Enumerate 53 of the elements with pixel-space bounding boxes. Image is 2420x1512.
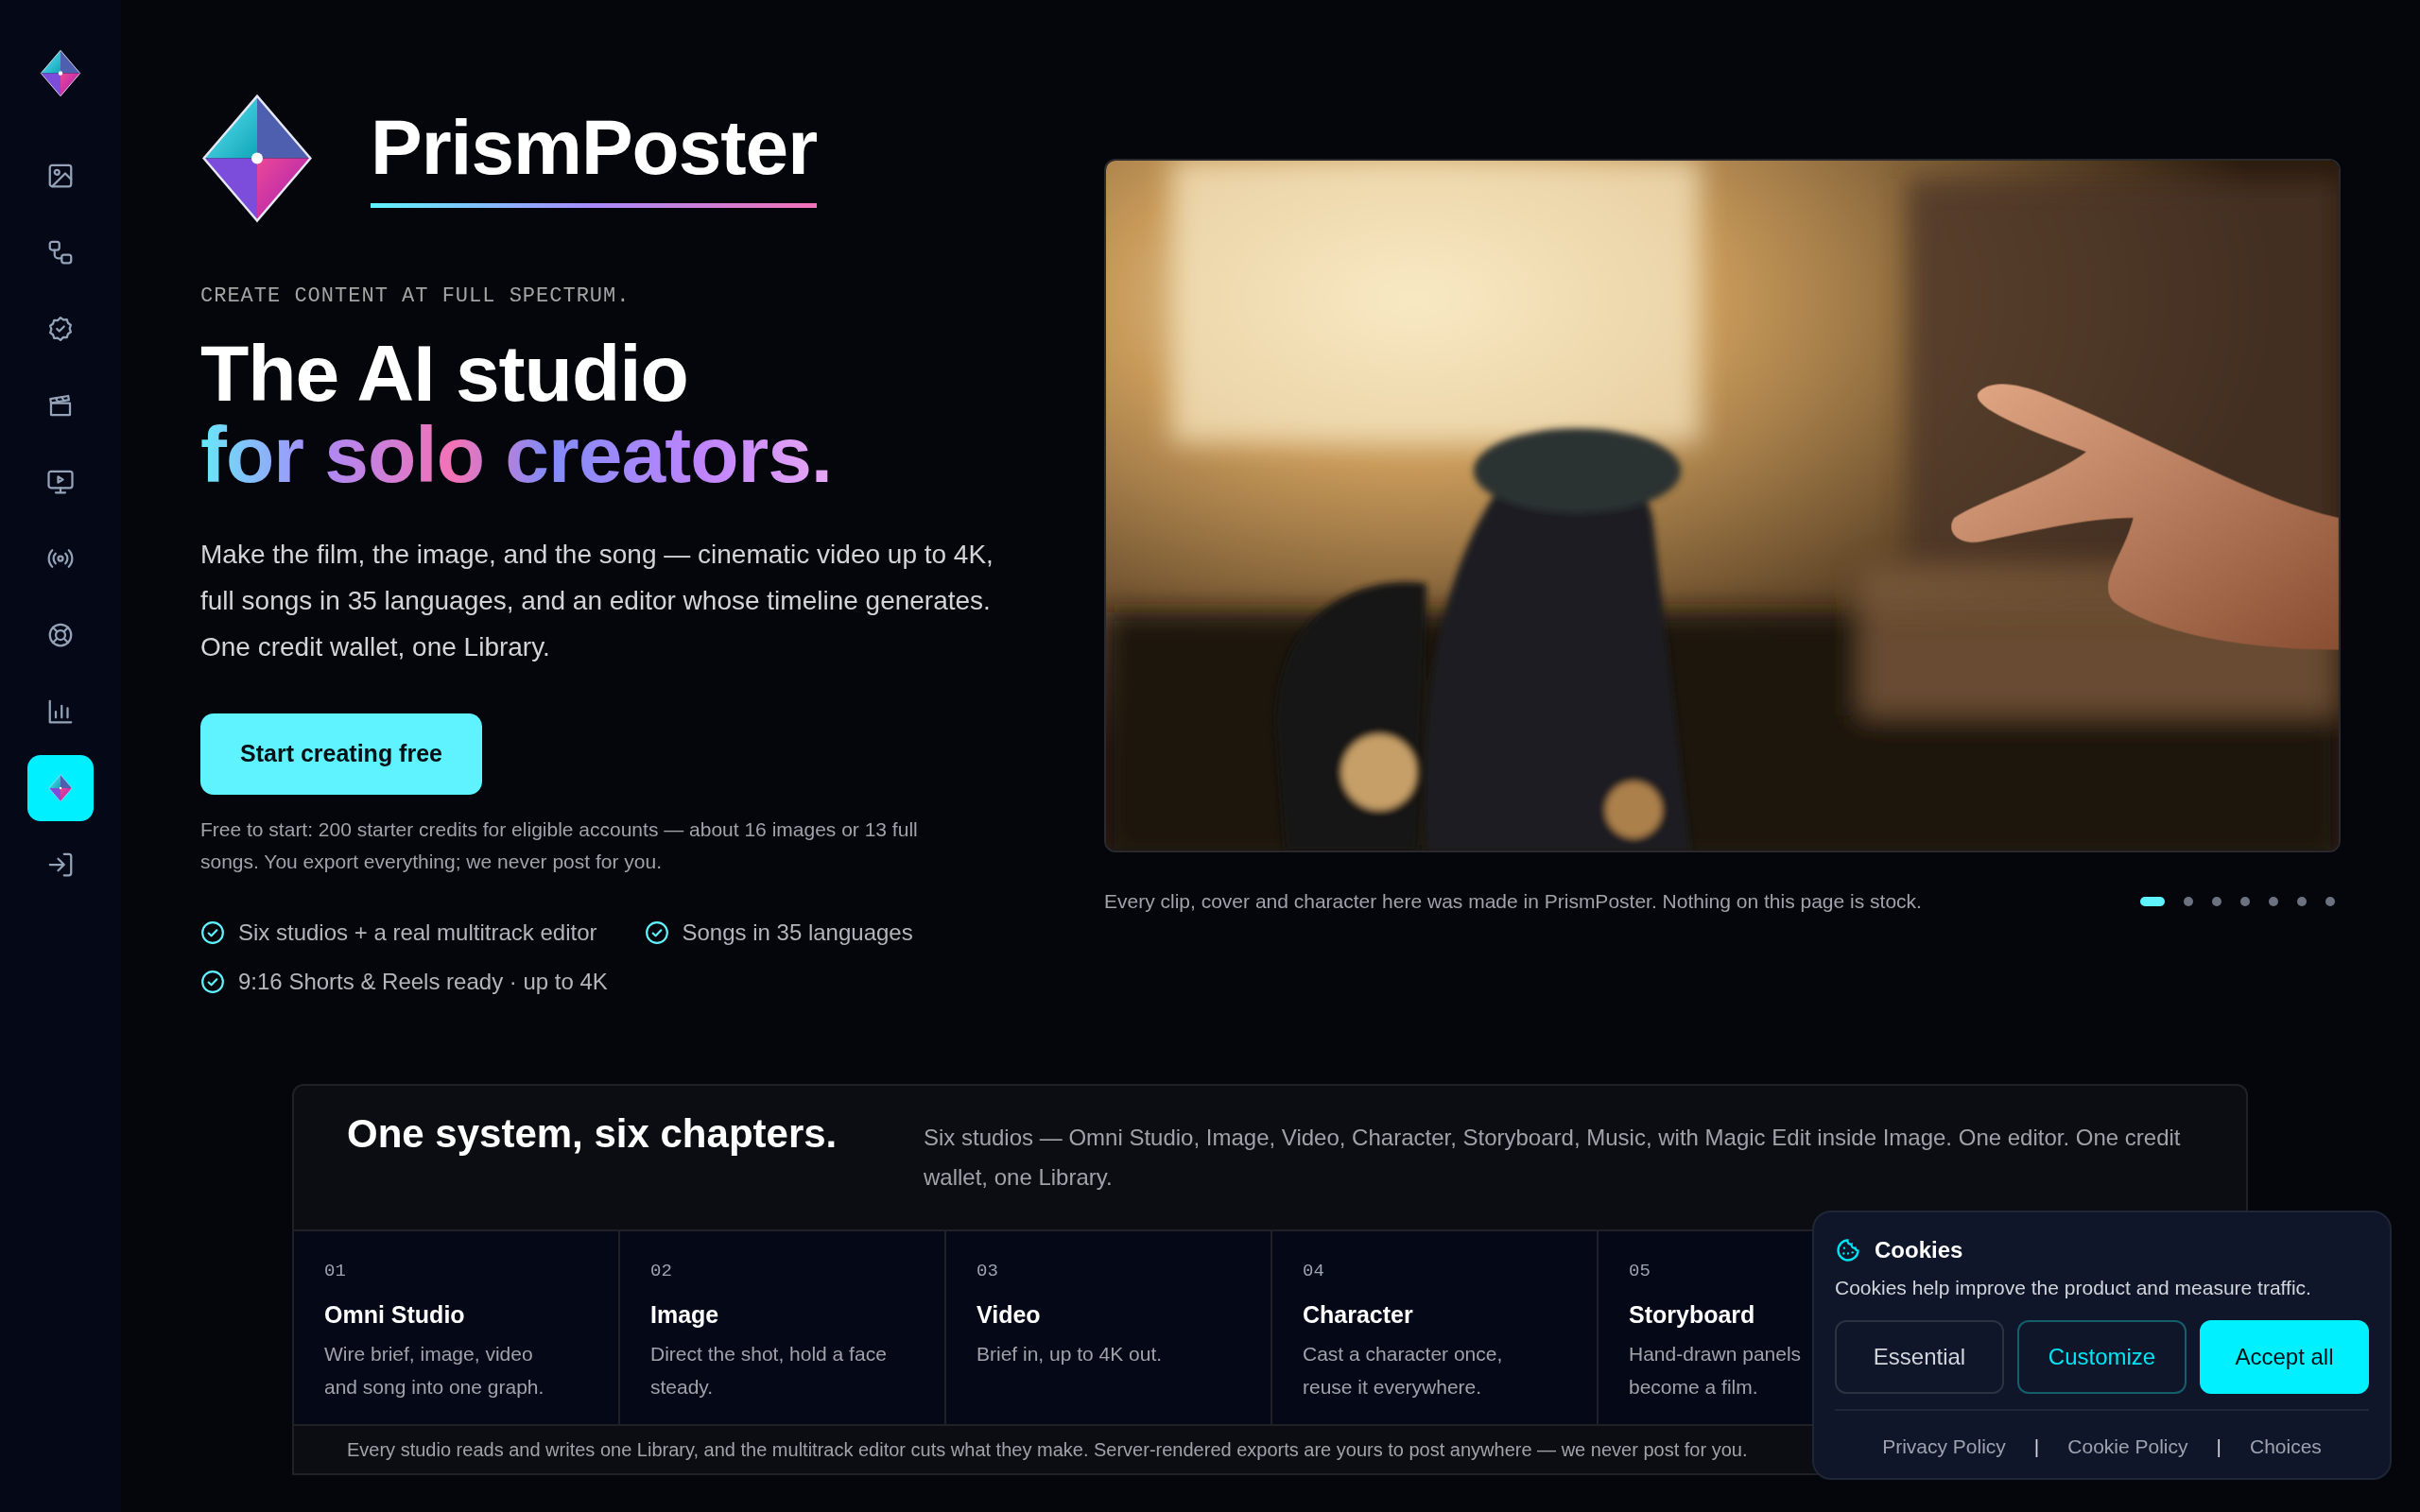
diamond-icon xyxy=(46,774,75,803)
feature-text: Songs in 35 languages xyxy=(682,918,913,947)
chapter-title: Character xyxy=(1303,1300,1414,1331)
feature-text: Six studios + a real multitrack editor xyxy=(238,918,597,947)
chapter-text: Hand-drawn panels become a film. xyxy=(1629,1341,1803,1400)
essential-button[interactable]: Essential xyxy=(1835,1319,2004,1394)
intro-paragraph: Make the film, the image, and the song — cinematic video up to 4K, full songs in 35 languages, and an editor whose timeline generates. One credit wallet, one Library. xyxy=(200,539,994,664)
carousel-dot[interactable] xyxy=(2240,896,2250,906)
cookie-text: Cookies help improve the product and measure traffic. xyxy=(1835,1276,2312,1300)
image-caption: Every clip, cover and character here was made in PrismPoster. Nothing on this page is stock. xyxy=(1104,889,1922,914)
chapter-text: Brief in, up to 4K out. xyxy=(977,1341,1164,1366)
start-button[interactable]: Start creating free xyxy=(200,713,482,795)
section-footnote: Every studio reads and writes one Library, and the multitrack editor cuts what they make. Server-rendered exports are yours to post anywhere — we never post for you. xyxy=(347,1438,1748,1460)
customize-button[interactable]: Customize xyxy=(2017,1319,2187,1394)
headline: The AI studio xyxy=(200,333,688,415)
sidebar-button[interactable] xyxy=(27,755,94,822)
check-circle-icon xyxy=(644,919,669,945)
cookie-icon xyxy=(1835,1237,1861,1263)
eyebrow-text: CREATE CONTENT AT FULL SPECTRUM. xyxy=(200,284,631,311)
policy-link[interactable]: Cookie Policy xyxy=(2067,1431,2188,1461)
check-circle-icon xyxy=(200,919,225,945)
chapter-text: Cast a character once, reuse it everywhere. xyxy=(1303,1341,1504,1400)
chapter-number: 03 xyxy=(977,1259,999,1283)
chapter-title: Storyboard xyxy=(1629,1300,1756,1331)
brand-logo-icon xyxy=(200,93,314,225)
section-heading: One system, six chapters. xyxy=(347,1109,838,1158)
carousel-dot[interactable] xyxy=(2212,896,2221,906)
link-separator: | xyxy=(2216,1434,2221,1459)
carousel-dot[interactable] xyxy=(2269,896,2278,906)
carousel-dot[interactable] xyxy=(2184,896,2193,906)
feature-text: 9:16 Shorts & Reels ready · up to 4K xyxy=(238,967,608,996)
check-circle-icon xyxy=(200,969,225,994)
chapter-number: 04 xyxy=(1303,1259,1325,1283)
chapter-title: Video xyxy=(977,1300,1042,1331)
carousel-dot[interactable] xyxy=(2325,896,2335,906)
policy-link[interactable]: Choices xyxy=(2250,1431,2322,1461)
accept-button[interactable]: Accept all xyxy=(2200,1319,2369,1394)
link-separator: | xyxy=(2033,1434,2040,1459)
chapter-text: Wire brief, image, video and song into one graph. xyxy=(324,1341,545,1400)
cookie-title: Cookies xyxy=(1875,1236,1963,1264)
chapter-title: Omni Studio xyxy=(324,1300,466,1331)
policy-link[interactable]: Privacy Policy xyxy=(1882,1431,2006,1461)
logo-icon xyxy=(40,49,81,98)
credits-note: Free to start: 200 starter credits for eligible accounts — about 16 images or 13 full songs. You export everything; we never post for you. xyxy=(200,816,919,874)
badge-check-icon xyxy=(46,315,75,344)
chapter-text: Direct the shot, hold a face steady. xyxy=(650,1341,887,1400)
carousel-dot[interactable] xyxy=(2297,896,2307,906)
chapter-number: 01 xyxy=(324,1259,347,1283)
chapter-number: 05 xyxy=(1629,1259,1651,1283)
chapter-title: Image xyxy=(650,1300,720,1331)
chapter-number: 02 xyxy=(650,1259,673,1283)
brand-title: PrismPoster xyxy=(371,109,818,209)
section-description: Six studios — Omni Studio, Image, Video, Character, Storyboard, Music, with Magic Edit inside Image. One editor. One credit wallet, one Library. xyxy=(924,1123,2182,1192)
